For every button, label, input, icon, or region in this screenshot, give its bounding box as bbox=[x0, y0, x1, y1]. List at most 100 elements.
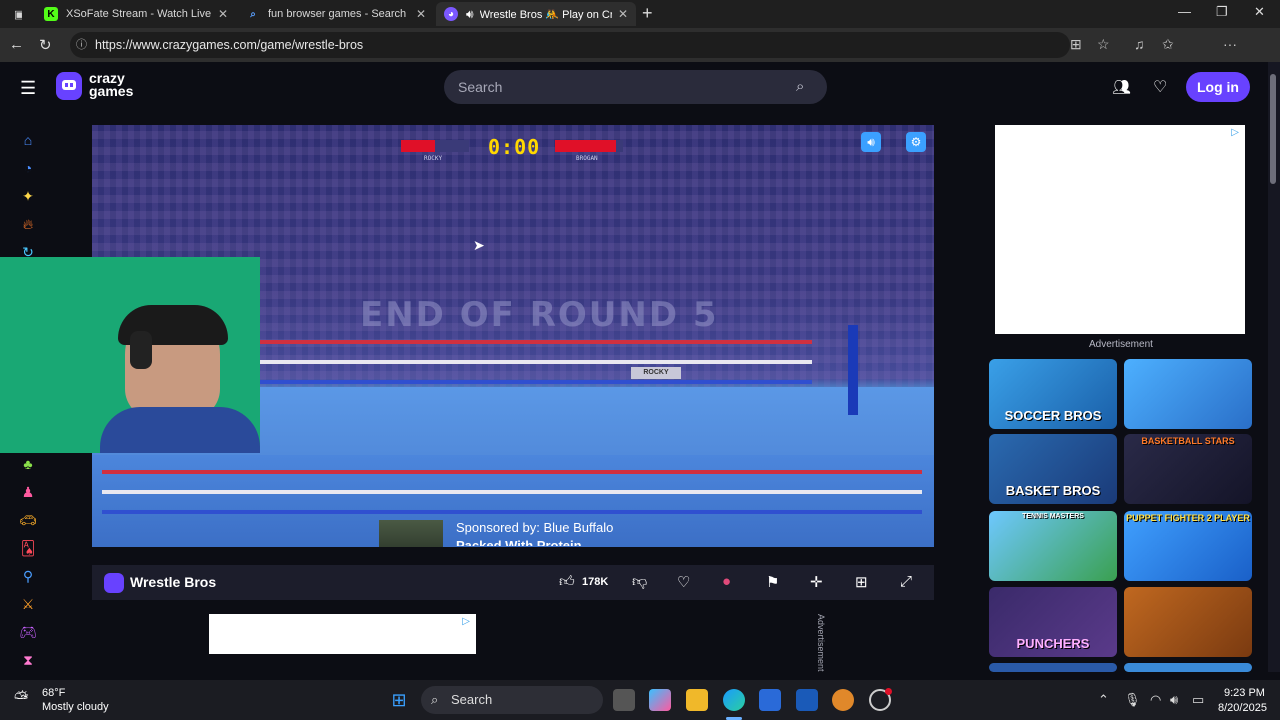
hamburger-menu-icon[interactable]: ☰ bbox=[20, 78, 36, 99]
io-games-icon[interactable]: ♣ bbox=[18, 454, 38, 474]
action-icon[interactable]: ⚔ bbox=[18, 594, 38, 614]
card-games-icon[interactable]: 🂡 bbox=[18, 538, 38, 558]
hat-badge-icon[interactable]: ● bbox=[722, 573, 731, 590]
ring-rope-front-bottom bbox=[102, 510, 922, 514]
tab-label: Wrestle Bros 🤼 Play on Cra bbox=[479, 8, 612, 21]
wifi-icon[interactable]: ◠ bbox=[1150, 692, 1161, 708]
minimize-icon[interactable]: — bbox=[1178, 4, 1191, 19]
log-in-button[interactable]: Log in bbox=[1186, 72, 1250, 102]
game-thumb-tennis-masters[interactable]: TENNIS MASTERS bbox=[989, 511, 1117, 581]
url-text: https://www.crazygames.com/game/wrestle-… bbox=[95, 38, 364, 52]
crazygames-logo-text[interactable]: crazy games bbox=[89, 71, 133, 98]
tab-actions-icon[interactable]: ▣ bbox=[6, 2, 22, 26]
clock-time[interactable]: 9:23 PM bbox=[1224, 687, 1265, 699]
close-tab-icon[interactable]: ✕ bbox=[416, 7, 426, 21]
tab-search[interactable]: ⌕ fun browser games - Search ✕ bbox=[238, 2, 434, 26]
sponsor-banner[interactable]: Sponsored by: Blue Buffalo Packed With P… bbox=[379, 518, 639, 547]
crazygames-logo-icon[interactable] bbox=[56, 72, 82, 100]
tab-wrestle-bros[interactable]: ◕ 🔊︎ Wrestle Bros 🤼 Play on Cra ✕ bbox=[436, 2, 636, 26]
read-aloud-icon[interactable]: ♫ bbox=[1134, 36, 1145, 52]
ad-choices-icon[interactable]: ▷ bbox=[1231, 127, 1239, 138]
gamepad-icon[interactable]: 🎮︎ bbox=[18, 622, 38, 642]
driving-car-icon[interactable]: 🚗︎ bbox=[18, 510, 38, 530]
game-thumb-stickman[interactable] bbox=[1124, 587, 1252, 657]
tray-overflow-chevron-icon[interactable]: ⌃ bbox=[1098, 692, 1109, 708]
tab-label: fun browser games - Search bbox=[268, 8, 407, 20]
maximize-icon[interactable]: ❐ bbox=[1216, 4, 1228, 20]
ad-choices-icon[interactable]: ▷ bbox=[462, 616, 470, 627]
refresh-icon[interactable]: ↻ bbox=[39, 36, 52, 54]
new-tab-button[interactable]: + bbox=[642, 3, 653, 24]
home-icon[interactable]: ⌂ bbox=[18, 130, 38, 150]
notification-badge bbox=[885, 688, 892, 695]
crazygames-small-logo-icon bbox=[104, 573, 124, 593]
close-tab-icon[interactable]: ✕ bbox=[618, 7, 628, 21]
back-icon[interactable]: ← bbox=[9, 36, 24, 53]
player1-health-bar bbox=[401, 140, 469, 152]
volume-icon[interactable]: 🔊︎ bbox=[1170, 692, 1178, 708]
favorites-icon[interactable]: ✩ bbox=[1162, 36, 1174, 53]
recent-icon[interactable]: ◔ bbox=[18, 158, 38, 178]
game-thumb-basketball-stars[interactable]: BASKETBALL STARS bbox=[1124, 434, 1252, 504]
outlook-icon[interactable] bbox=[796, 689, 818, 711]
speaker-icon[interactable]: 🔊︎ bbox=[466, 7, 474, 22]
game-thumb-puppet-fighter[interactable]: PUPPET FIGHTER 2 PLAYER bbox=[1124, 511, 1252, 581]
more-menu-icon[interactable]: ··· bbox=[1223, 36, 1237, 52]
fullscreen-icon[interactable]: ⤢ bbox=[900, 573, 912, 590]
url-field[interactable]: ⓘ https://www.crazygames.com/game/wrestl… bbox=[70, 32, 1070, 58]
copilot-taskbar-icon[interactable] bbox=[649, 689, 671, 711]
close-window-icon[interactable]: ✕ bbox=[1254, 4, 1265, 20]
trending-flame-icon[interactable]: 🔥︎ bbox=[18, 214, 38, 234]
search-icon[interactable]: ⌕ bbox=[796, 70, 804, 104]
ad-slot-bottom[interactable]: ▷ bbox=[209, 614, 476, 654]
site-search-input[interactable]: Search ⌕ bbox=[444, 70, 827, 104]
weather-cloud-icon[interactable]: ⛅︎ bbox=[14, 688, 28, 709]
weather-temperature[interactable]: 68°F bbox=[42, 687, 65, 699]
sponsor-line-1: Sponsored by: Blue Buffalo bbox=[456, 520, 614, 535]
like-thumb-icon[interactable]: 👍︎ bbox=[559, 573, 575, 591]
app-available-icon[interactable]: ⊞ bbox=[1070, 36, 1082, 53]
scrollbar-thumb[interactable] bbox=[1270, 74, 1276, 184]
thumb-label: PUPPET FIGHTER 2 PLAYER bbox=[1126, 513, 1250, 523]
game-thumb-soccer-heads[interactable] bbox=[1124, 359, 1252, 429]
round-timer: 0:00 bbox=[488, 135, 541, 159]
taskbar-search-box[interactable]: ⌕ Search bbox=[421, 686, 603, 714]
page-scrollbar[interactable] bbox=[1268, 62, 1280, 672]
windows-start-icon[interactable]: ⊞ bbox=[388, 689, 410, 711]
close-tab-icon[interactable]: ✕ bbox=[218, 7, 228, 21]
microphone-icon[interactable]: 🎙︎ bbox=[1124, 692, 1141, 708]
favorite-star-icon[interactable]: ☆ bbox=[1097, 36, 1110, 53]
theater-mode-icon[interactable]: ⊞ bbox=[855, 573, 868, 591]
weather-description[interactable]: Mostly cloudy bbox=[42, 701, 109, 713]
clock-date[interactable]: 8/20/2025 bbox=[1218, 702, 1267, 714]
kick-favicon-icon: K bbox=[44, 7, 58, 21]
ad-slot-right[interactable]: ▷ bbox=[995, 125, 1245, 334]
task-view-icon[interactable] bbox=[613, 689, 635, 711]
site-info-icon[interactable]: ⓘ bbox=[76, 32, 87, 58]
game-thumb-partial[interactable] bbox=[989, 663, 1117, 672]
file-explorer-icon[interactable] bbox=[686, 689, 708, 711]
puzzle-icon[interactable]: ⧗ bbox=[18, 650, 38, 670]
report-icon[interactable]: ⚑ bbox=[766, 573, 779, 591]
friends-icon[interactable]: 👥︎ bbox=[1112, 78, 1131, 96]
tab-label: XSoFate Stream - Watch Live on K bbox=[66, 8, 212, 20]
game-sound-icon[interactable]: 🔊︎ bbox=[861, 132, 881, 152]
game-thumb-punchers[interactable]: PUNCHERS bbox=[989, 587, 1117, 657]
favorite-heart-icon[interactable]: ♡ bbox=[677, 573, 690, 591]
new-icon[interactable]: ✦ bbox=[18, 186, 38, 206]
controller-icon[interactable]: ⚲ bbox=[18, 566, 38, 586]
ring-rope-middle bbox=[252, 360, 812, 364]
embed-icon[interactable]: ✛ bbox=[810, 573, 823, 591]
app-orange-icon[interactable] bbox=[832, 689, 854, 711]
favorites-heart-icon[interactable]: ♡ bbox=[1153, 77, 1167, 97]
edge-browser-icon[interactable] bbox=[723, 689, 745, 711]
clicker-icon[interactable]: ♟ bbox=[18, 482, 38, 502]
game-settings-gear-icon[interactable]: ⚙ bbox=[906, 132, 926, 152]
tab-kick-stream[interactable]: K XSoFate Stream - Watch Live on K ✕ bbox=[36, 2, 236, 26]
game-thumb-soccer-bros[interactable]: SOCCER BROS bbox=[989, 359, 1117, 429]
microsoft-store-icon[interactable] bbox=[759, 689, 781, 711]
battery-icon[interactable]: ▭ bbox=[1192, 692, 1204, 708]
game-thumb-partial[interactable] bbox=[1124, 663, 1252, 672]
game-thumb-basket-bros[interactable]: BASKET BROS bbox=[989, 434, 1117, 504]
dislike-thumb-icon[interactable]: 👎︎ bbox=[632, 573, 647, 591]
